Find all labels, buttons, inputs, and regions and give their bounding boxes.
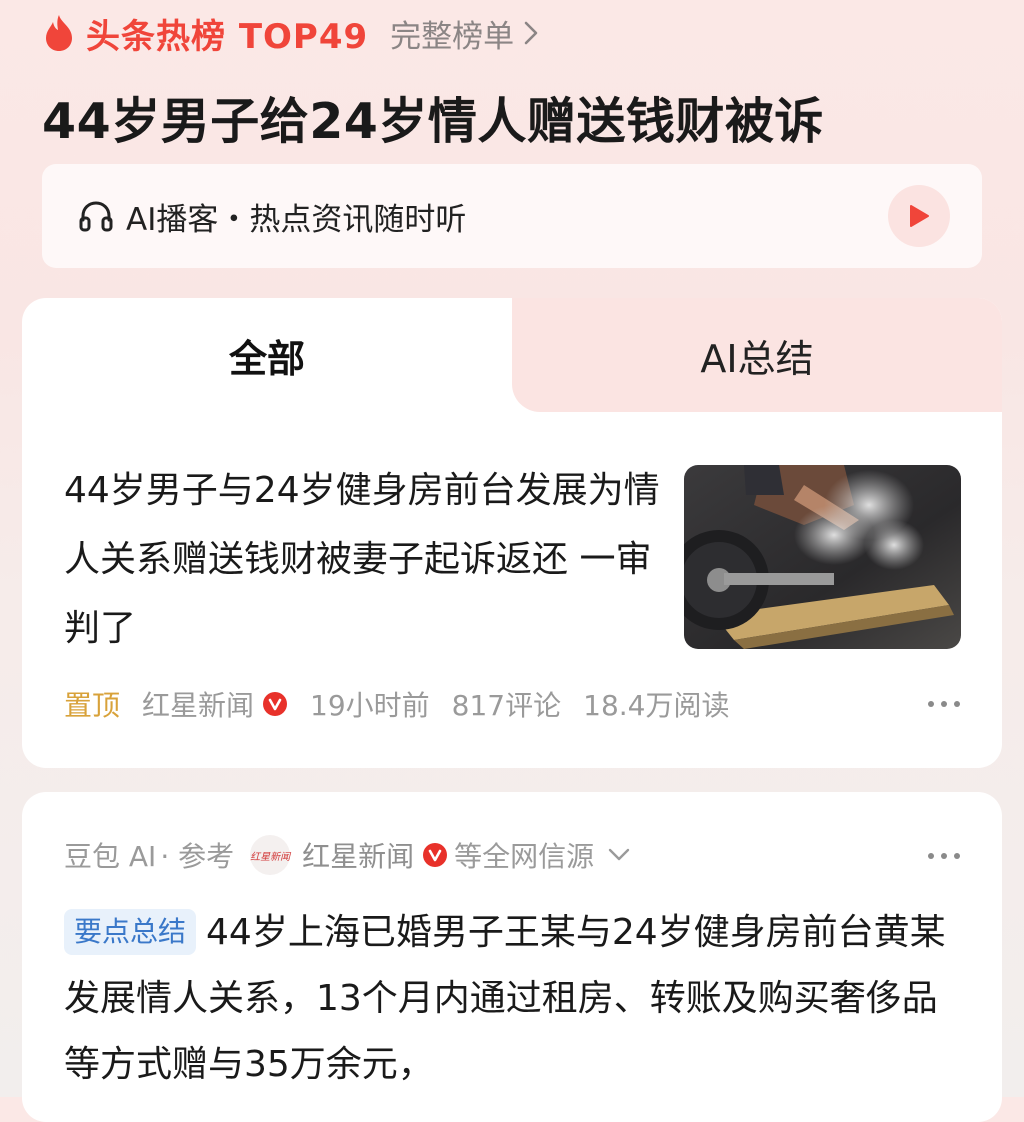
play-button[interactable] bbox=[888, 185, 950, 247]
play-icon bbox=[910, 205, 929, 227]
hot-list-header: 头条热榜 TOP49 完整榜单 bbox=[42, 10, 538, 57]
hot-list-title: 头条热榜 TOP49 bbox=[86, 16, 369, 57]
source-logo: 红星新闻 bbox=[250, 835, 291, 875]
flame-icon bbox=[46, 15, 72, 51]
article-title[interactable]: 44岁男子与24岁健身房前台发展为情人关系赠送钱财被妻子起诉返还 一审判了 bbox=[64, 456, 664, 663]
article-meta: 置顶 红星新闻 19小时前 817评论 18.4万阅读 bbox=[64, 682, 964, 726]
ai-summary-card: 豆包 AI · 参考 红星新闻 红星新闻 等全网信源 要点总结 44岁上海已婚男子… bbox=[22, 792, 1002, 1122]
article-reads: 18.4万阅读 bbox=[583, 689, 730, 722]
weightlifting-image bbox=[684, 465, 961, 649]
summary-reference-label: · 参考 bbox=[160, 840, 235, 873]
summary-text: 44岁上海已婚男子王某与24岁健身房前台黄某发展情人关系，13个月内通过租房、转… bbox=[64, 912, 946, 1085]
summary-source-suffix: 等全网信源 bbox=[454, 840, 595, 873]
summary-source[interactable]: 红星新闻 bbox=[302, 835, 414, 875]
article-comments[interactable]: 817评论 bbox=[452, 684, 561, 724]
news-card: 全部 AI总结 44岁男子与24岁健身房前台发展为情人关系赠送钱财被妻子起诉返还… bbox=[22, 298, 1002, 768]
tab-ai-summary[interactable]: AI总结 bbox=[512, 298, 1002, 412]
full-list-label: 完整榜单 bbox=[390, 18, 515, 55]
more-options-icon[interactable] bbox=[924, 690, 964, 718]
chevron-right-icon bbox=[524, 21, 538, 45]
more-options-icon[interactable] bbox=[924, 842, 964, 870]
keypoint-tag: 要点总结 bbox=[64, 909, 197, 955]
page-title: 44岁男子给24岁情人赠送钱财被诉 bbox=[42, 93, 824, 150]
chevron-down-icon[interactable] bbox=[608, 848, 630, 862]
podcast-label: AI播客・热点资讯随时听 bbox=[126, 201, 467, 238]
tab-all[interactable]: 全部 bbox=[22, 298, 512, 412]
pinned-badge: 置顶 bbox=[64, 689, 121, 722]
summary-source-row: 豆包 AI · 参考 红星新闻 红星新闻 等全网信源 bbox=[64, 832, 964, 878]
summary-text-block: 要点总结 44岁上海已婚男子王某与24岁健身房前台黄某发展情人关系，13个月内通过… bbox=[64, 900, 964, 1098]
verified-badge-icon bbox=[423, 843, 448, 867]
headphone-icon bbox=[79, 201, 113, 232]
ai-podcast-bar[interactable]: AI播客・热点资讯随时听 bbox=[42, 164, 982, 268]
summary-provider: 豆包 AI bbox=[64, 840, 157, 873]
verified-badge-icon bbox=[263, 692, 288, 716]
article-source[interactable]: 红星新闻 bbox=[142, 684, 254, 724]
source-logo-text: 红星新闻 bbox=[250, 851, 291, 863]
article-thumbnail[interactable] bbox=[684, 465, 961, 649]
article-time: 19小时前 bbox=[310, 689, 430, 722]
full-list-link[interactable]: 完整榜单 bbox=[390, 11, 538, 56]
